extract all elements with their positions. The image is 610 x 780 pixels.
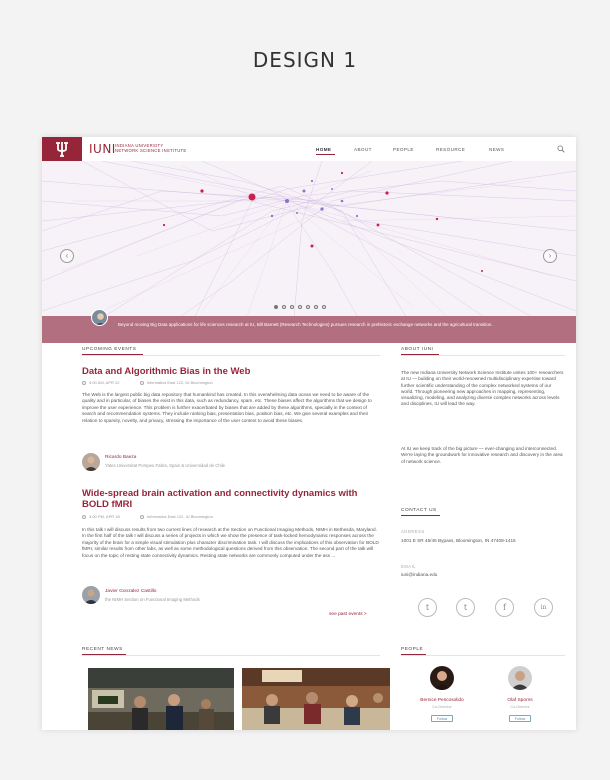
slide-dot[interactable] [282,305,286,309]
hero-caption-bar: Beyond moving Big Data applications for … [42,309,576,343]
speaker-avatar[interactable] [82,586,100,604]
site-header: IUNI INDIANA UNIVERSITY NETWORK SCIENCE … [42,137,576,161]
slide-dot[interactable] [322,305,326,309]
recent-news-label: RECENT NEWS [82,647,123,652]
divider [82,355,380,356]
address-label: ADDRESS [401,529,425,534]
event-time: 3:00 PM, APR 18 [89,514,120,519]
slide-indicators [274,305,326,309]
nav-about[interactable]: ABOUT [354,147,372,152]
divider [82,655,380,656]
person-role: Co-Director [432,705,452,709]
location-icon [139,514,144,519]
page-mockup: IUNI INDIANA UNIVERSITY NETWORK SCIENCE … [42,137,576,730]
about-paragraph: At IU we keep track of the big picture —… [401,446,563,464]
nav-home[interactable]: HOME [316,147,331,152]
event-meta: 3:00 PM, APR 18 Informatics East 122, IU… [82,514,213,519]
event-location: Informatics East 122, IU Bloomington [146,514,213,519]
news-image[interactable] [88,668,234,730]
nav-people[interactable]: PEOPLE [393,147,414,152]
org-name: INDIANA UNIVERSITY NETWORK SCIENCE INSTI… [115,143,186,153]
clock-icon [82,380,86,385]
section-underline [401,515,440,516]
nav-news[interactable]: NEWS [489,147,504,152]
event-time: 9:00 AM, APR 22 [89,380,120,385]
see-past-events-link[interactable]: see past events > [329,612,367,617]
chevron-right-icon: › [548,251,552,260]
twitter-icon[interactable]: t [418,598,437,617]
hero-caption-text: Beyond moving Big Data applications for … [118,322,493,327]
email-label: EMAIL [401,564,417,569]
speaker-name[interactable]: Ricardo Baeza [105,455,136,460]
slide-dot[interactable] [290,305,294,309]
event-description: In this talk I will discuss results from… [82,527,379,558]
nav-resource[interactable]: RESOURCE [436,147,465,152]
person-name[interactable]: Bernice Pescosolido [407,698,477,703]
follow-button[interactable]: Follow [509,715,531,722]
hero-slider: ‹ › Beyond moving Big Data applications … [42,161,576,343]
follow-button[interactable]: Follow [431,715,453,722]
speaker-name[interactable]: Javier Gonzalez Castillo [105,589,156,594]
org-line-2: NETWORK SCIENCE INSTITUTE [115,148,187,153]
trident-icon [56,142,68,157]
prev-slide-button[interactable]: ‹ [60,249,74,263]
divider [401,655,565,656]
facebook-icon[interactable]: f [495,598,514,617]
people-label: PEOPLE [401,647,424,652]
nav-active-underline [316,154,335,155]
news-image[interactable] [242,668,390,730]
slide-dot[interactable] [314,305,318,309]
chevron-left-icon: ‹ [65,251,69,260]
upcoming-events-label: UPCOMING EVENTS [82,347,137,352]
iu-logo[interactable] [42,137,82,161]
divider [401,355,565,356]
contact-label: CONTACT US [401,508,437,513]
about-paragraph: The new Indiana University Network Scien… [401,370,564,407]
tumblr-icon[interactable]: t [456,598,475,617]
event-description: The Web is the largest public big data r… [82,392,372,423]
event-location: Informatics East 122, IU Bloomington [146,380,213,385]
person-role: Co-Director [510,705,530,709]
address-value: 1001 E SR 45/46 Bypass, Bloomington, IN … [401,538,516,543]
caption-avatar [91,309,108,326]
clock-icon [82,514,86,519]
search-icon[interactable] [557,145,565,153]
slide-dot[interactable] [274,305,278,309]
email-value[interactable]: iuni@indiana.edu [401,572,437,578]
slide-dot[interactable] [298,305,302,309]
event-title[interactable]: Data and Algorithmic Bias in the Web [82,366,380,377]
person-name[interactable]: Olaf Sporns [485,698,555,703]
design-title: DESIGN 1 [252,48,358,72]
about-label: ABOUT IUNI [401,347,434,352]
event-meta: 9:00 AM, APR 22 Informatics East 122, IU… [82,380,213,385]
iuni-logo-text[interactable]: IUNI [89,142,116,156]
person-avatar[interactable] [430,666,454,690]
speaker-affiliation: the NIMH Section on Functional Imaging M… [105,597,200,602]
next-slide-button[interactable]: › [543,249,557,263]
linkedin-icon[interactable]: in [534,598,553,617]
slide-dot[interactable] [306,305,310,309]
location-icon [139,380,144,385]
speaker-affiliation: Yates Universitat Pompeu Fabra, Spain & … [105,463,226,468]
event-title[interactable]: Wide-spread brain activation and connect… [82,488,382,510]
speaker-avatar[interactable] [82,453,100,471]
person-avatar[interactable] [508,666,532,690]
